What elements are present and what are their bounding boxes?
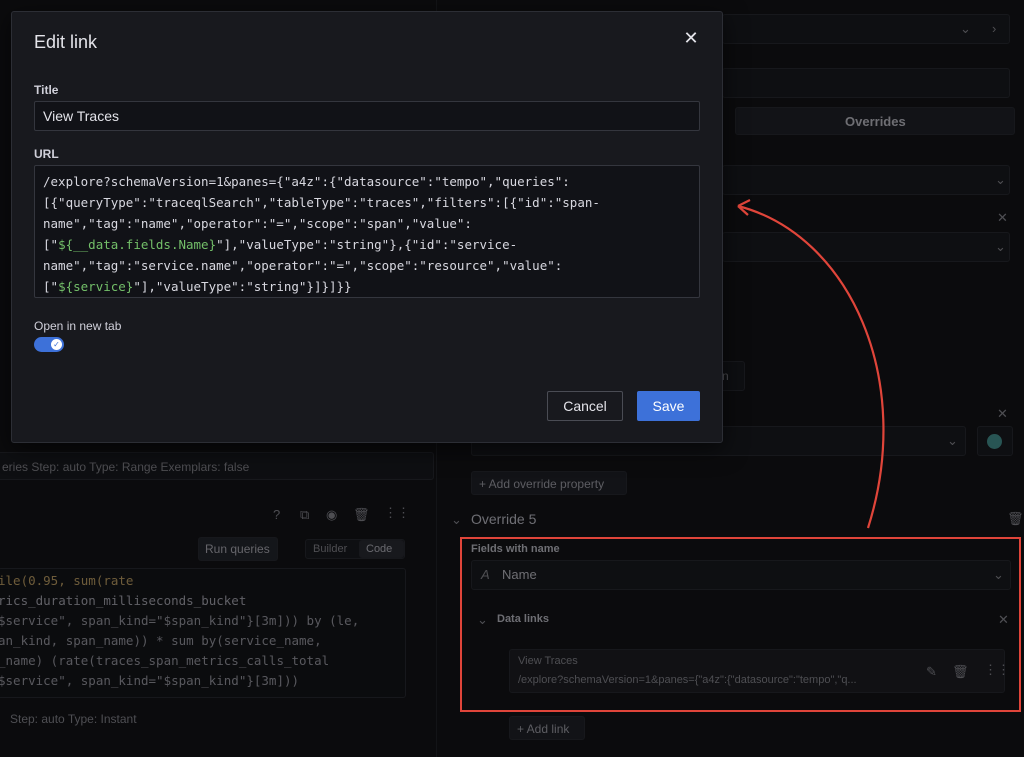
open-new-tab-toggle[interactable]: ✓ <box>34 337 64 352</box>
url-line: [{"queryType":"traceqlSearch","tableType… <box>43 192 691 213</box>
title-label: Title <box>34 83 59 97</box>
arrow-curve <box>737 204 885 529</box>
url-line: name","tag":"name","operator":"=","scope… <box>43 213 691 234</box>
url-text: name","tag":"service.name","operator":"=… <box>43 258 563 273</box>
url-text: "],"valueType":"string"}]}]}} <box>133 279 352 294</box>
url-text: [" <box>43 237 59 252</box>
url-text: "],"valueType":"string"},{"id":"service- <box>216 237 518 252</box>
url-text: /explore?schemaVersion=1&panes={"a4z":{"… <box>43 174 570 189</box>
url-line: ["${__data.fields.Name}"],"valueType":"s… <box>43 234 691 255</box>
title-input[interactable]: View Traces <box>34 101 700 131</box>
url-text: [{"queryType":"traceqlSearch","tableType… <box>43 195 600 210</box>
url-text: name","tag":"name","operator":"=","scope… <box>43 216 472 231</box>
open-new-tab-label: Open in new tab <box>34 319 122 333</box>
url-template-variable: ${service} <box>58 279 134 294</box>
url-label: URL <box>34 147 59 161</box>
url-textarea[interactable]: /explore?schemaVersion=1&panes={"a4z":{"… <box>34 165 700 298</box>
url-text: [" <box>43 279 59 294</box>
url-line: ["${service}"],"valueType":"string"}]}]}… <box>43 276 691 297</box>
url-line: /explore?schemaVersion=1&panes={"a4z":{"… <box>43 171 691 192</box>
close-icon[interactable]: ✕ <box>681 28 701 48</box>
check-icon: ✓ <box>51 339 62 350</box>
edit-link-modal: Edit link ✕ Title View Traces URL /explo… <box>11 11 723 443</box>
url-template-variable: ${__data.fields.Name} <box>58 237 217 252</box>
cancel-button[interactable]: Cancel <box>547 391 623 421</box>
url-line: name","tag":"service.name","operator":"=… <box>43 255 691 276</box>
save-button[interactable]: Save <box>637 391 700 421</box>
modal-title: Edit link <box>34 32 98 52</box>
